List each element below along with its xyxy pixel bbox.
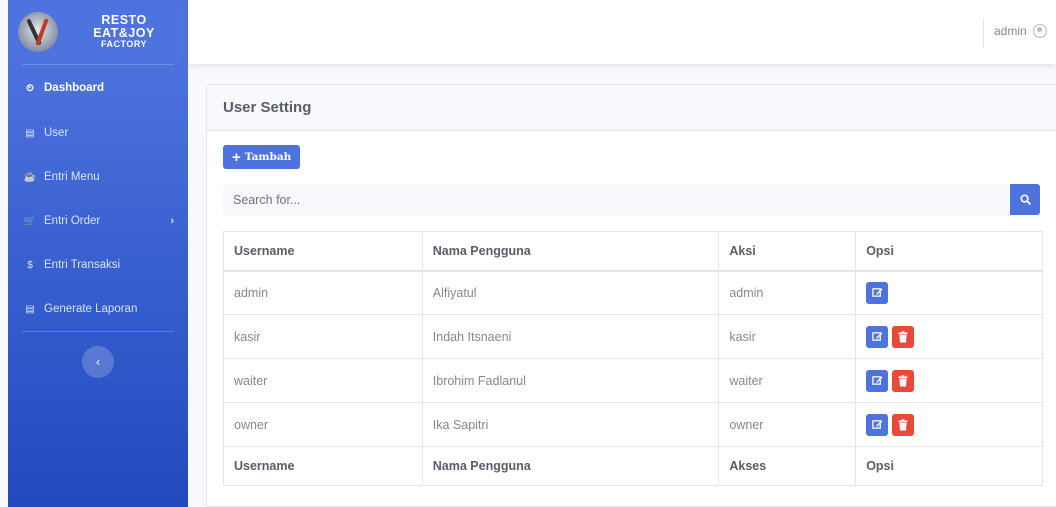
brand-subtitle: FACTORY — [100, 39, 147, 50]
user-avatar-icon — [1032, 24, 1047, 38]
sidebar-item-label: User — [44, 127, 69, 139]
cell-aksi: waiter — [718, 358, 857, 403]
sidebar-item-user[interactable]: ▤ User — [8, 111, 188, 155]
edit-button[interactable] — [866, 325, 889, 348]
edit-icon — [871, 332, 883, 341]
delete-button[interactable] — [892, 369, 915, 392]
row-actions — [866, 281, 1032, 304]
table-row: owner Ika Sapitri owner — [223, 402, 1043, 447]
cell-opsi — [855, 358, 1043, 403]
add-user-button[interactable]: + Tambah — [223, 145, 301, 169]
dollar-icon: $ — [27, 259, 33, 271]
delete-button[interactable] — [892, 325, 915, 348]
cell-nama: Indah Itsnaeni — [421, 314, 720, 359]
sidebar-item-label: Generate Laporan — [44, 303, 138, 315]
cell-nama: Ika Sapitri — [421, 402, 720, 447]
cell-username: waiter — [223, 358, 423, 403]
edit-button[interactable] — [866, 413, 889, 436]
sidebar-item-label: Entri Menu — [44, 171, 100, 183]
cart-icon: 🛒 — [23, 215, 37, 227]
brand-text: RESTO EAT&JOY FACTORY — [70, 14, 178, 50]
cell-aksi: kasir — [718, 314, 857, 359]
cell-aksi: owner — [718, 402, 857, 447]
user-icon: ▤ — [25, 127, 35, 139]
cell-opsi — [855, 402, 1043, 447]
user-setting-card: User Setting + Tambah Username Nama Peng… — [206, 84, 1056, 507]
page-title: User Setting — [223, 99, 312, 116]
trash-icon — [898, 418, 908, 430]
chevron-right-icon: › — [170, 215, 174, 227]
trash-icon — [898, 330, 908, 342]
menu-icon: ☕ — [23, 171, 37, 183]
sidebar-item-entri-transaksi[interactable]: $ Entri Transaksi — [8, 243, 188, 287]
sidebar-item-label: Dashboard — [44, 82, 105, 94]
sidebar-item-label: Entri Transaksi — [44, 259, 121, 271]
user-menu[interactable]: admin — [994, 24, 1047, 38]
column-header-opsi[interactable]: Opsi — [855, 231, 1043, 272]
brand-name: RESTO EAT&JOY — [93, 13, 155, 41]
card-body: + Tambah Username Nama Pengguna Aksi Ops… — [207, 131, 1056, 486]
trash-icon — [898, 374, 908, 386]
sidebar: RESTO EAT&JOY FACTORY ⏲ Dashboard ▤ User… — [8, 0, 188, 507]
column-header-nama[interactable]: Nama Pengguna — [421, 231, 720, 272]
sidebar-toggle-wrap: ‹ — [8, 332, 188, 378]
dashboard-icon: ⏲ — [26, 82, 34, 94]
plus-icon: + — [232, 148, 241, 166]
cell-nama: Ibrohim Fadlanul — [421, 358, 720, 403]
card-header: User Setting — [207, 85, 1056, 131]
user-table: Username Nama Pengguna Aksi Opsi admin A… — [223, 231, 1043, 486]
table-header-row: Username Nama Pengguna Aksi Opsi — [223, 231, 1043, 272]
column-header-username[interactable]: Username — [223, 231, 423, 272]
table-row: waiter Ibrohim Fadlanul waiter — [223, 358, 1043, 403]
search-button[interactable] — [1010, 184, 1040, 215]
search-bar — [223, 184, 1040, 215]
search-input[interactable] — [223, 184, 1010, 215]
cell-username: admin — [223, 270, 423, 315]
table-row: admin Alfiyatul admin — [223, 270, 1043, 315]
brand-logo — [18, 12, 58, 52]
sidebar-item-entri-menu[interactable]: ☕ Entri Menu — [8, 155, 188, 199]
cell-nama: Alfiyatul — [421, 270, 720, 315]
column-header-aksi[interactable]: Aksi — [718, 231, 857, 272]
sidebar-item-generate-laporan[interactable]: ▤ Generate Laporan — [8, 287, 188, 331]
report-icon: ▤ — [25, 303, 35, 315]
edit-button[interactable] — [866, 281, 889, 304]
cell-aksi: admin — [718, 270, 857, 315]
row-actions — [866, 413, 1032, 436]
topbar-divider — [983, 18, 984, 48]
search-icon — [1019, 194, 1031, 205]
row-actions — [866, 325, 1032, 348]
table-row: kasir Indah Itsnaeni kasir — [223, 314, 1043, 359]
edit-icon — [871, 288, 883, 298]
cell-username: kasir — [223, 314, 423, 359]
delete-button[interactable] — [892, 413, 915, 436]
column-footer-nama: Nama Pengguna — [421, 446, 720, 486]
sidebar-toggle-button[interactable]: ‹ — [82, 346, 114, 378]
brand[interactable]: RESTO EAT&JOY FACTORY — [8, 0, 188, 64]
edit-icon — [871, 420, 883, 429]
sidebar-item-dashboard[interactable]: ⏲ Dashboard — [8, 65, 188, 111]
cell-username: owner — [223, 402, 423, 447]
sidebar-item-entri-order[interactable]: 🛒 Entri Order › — [8, 199, 188, 243]
topbar: admin — [188, 0, 1056, 64]
row-actions — [866, 369, 1032, 392]
sidebar-item-label: Entri Order — [44, 215, 101, 227]
cell-opsi — [855, 314, 1043, 359]
column-footer-akses: Akses — [718, 446, 857, 486]
table-footer-row: Username Nama Pengguna Akses Opsi — [223, 446, 1043, 486]
edit-icon — [871, 376, 883, 385]
cell-opsi — [855, 270, 1043, 315]
column-footer-opsi: Opsi — [855, 446, 1043, 486]
edit-button[interactable] — [866, 369, 889, 392]
add-button-label: Tambah — [244, 151, 292, 163]
user-name: admin — [994, 24, 1027, 38]
column-footer-username: Username — [223, 446, 423, 486]
